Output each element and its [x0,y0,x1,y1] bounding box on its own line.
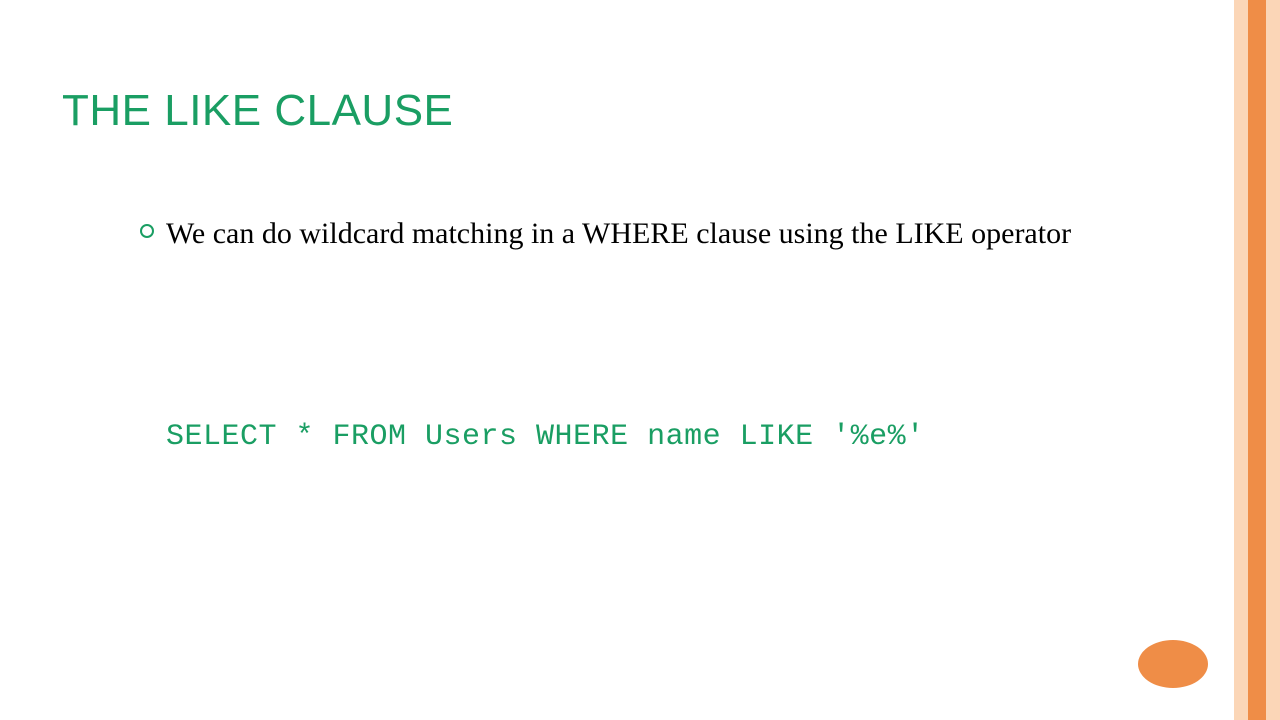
bullet-text: We can do wildcard matching in a WHERE c… [166,214,1071,255]
circle-bullet-icon [140,224,154,238]
slide: THE LIKE CLAUSE We can do wildcard match… [0,0,1280,720]
slide-title: THE LIKE CLAUSE [62,86,453,136]
page-number-oval [1138,640,1208,688]
sql-code: SELECT * FROM Users WHERE name LIKE '%e%… [166,420,925,454]
side-stripe-inner [1248,0,1266,720]
bullet-item: We can do wildcard matching in a WHERE c… [140,214,1200,255]
